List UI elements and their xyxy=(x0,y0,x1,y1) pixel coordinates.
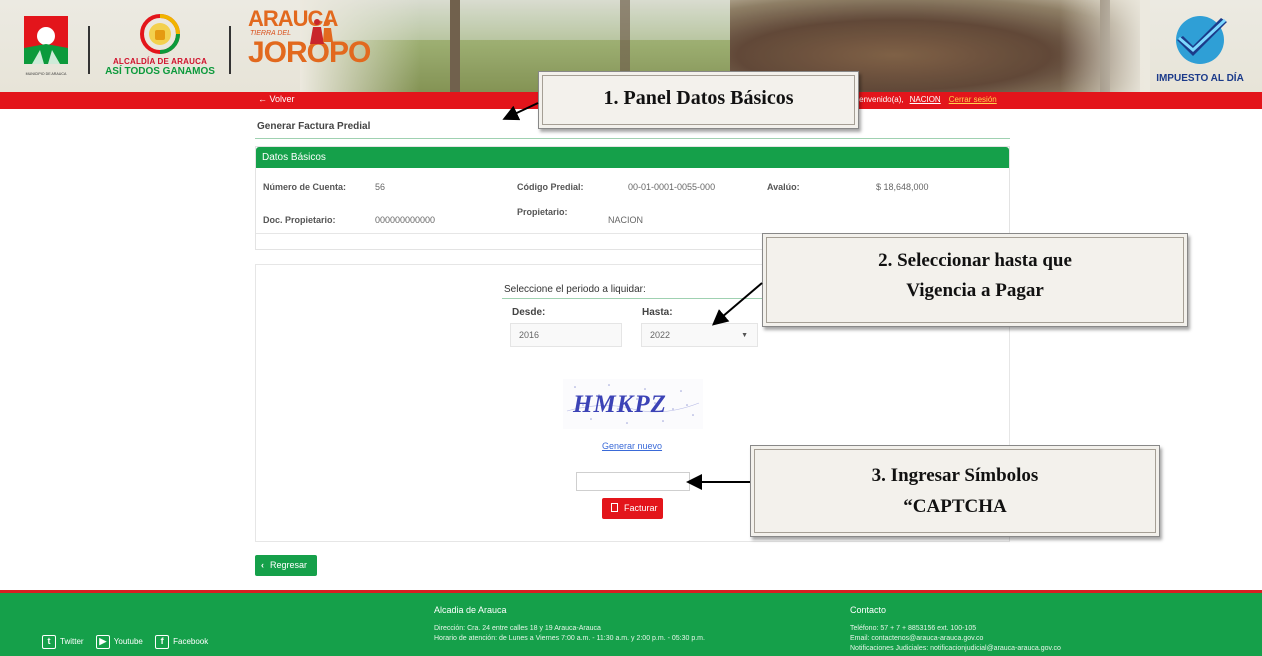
doc-value: 000000000000 xyxy=(375,215,436,225)
captcha-code: HMKPZ xyxy=(573,391,667,418)
alcaldia-slogan: ASÍ TODOS GANAMOS xyxy=(105,66,215,77)
alcaldia-line1: ALCALDÍA DE ARAUCA xyxy=(112,57,208,66)
twitter-icon: t xyxy=(42,635,56,649)
callout-captcha: 3. Ingresar Símbolos “CAPTCHA xyxy=(750,445,1160,537)
account-label: Número de Cuenta: xyxy=(263,182,347,192)
facturar-label: Facturar xyxy=(624,503,658,513)
footer-address: Dirección: Cra. 24 entre calles 18 y 19 … xyxy=(434,625,601,632)
predial-value: 00-01-0001-0055-000 xyxy=(628,182,716,192)
chevron-down-icon: ▼ xyxy=(741,332,748,339)
arauca-joropo-logo[interactable]: ARAUCA TIERRA DEL JOROPO xyxy=(248,8,371,88)
welcome-area: Bienvenido(a), NACION Cerrar sesión xyxy=(852,95,997,104)
to-year-select[interactable]: 2022 ▼ xyxy=(641,323,758,347)
regresar-button[interactable]: ‹ Regresar xyxy=(255,555,317,576)
youtube-link[interactable]: ▶ Youtube xyxy=(95,635,143,649)
municipio-logo[interactable]: MUNICIPIO DE ARAUCA xyxy=(22,14,70,76)
callout-3-line2: “CAPTCHA xyxy=(903,496,1007,517)
callout-2-line2: Vigencia a Pagar xyxy=(906,280,1044,301)
logout-link[interactable]: Cerrar sesión xyxy=(949,95,997,104)
footer-phone: Teléfono: 57 + 7 + 8853156 ext. 100-105 xyxy=(850,625,977,632)
owner-value: NACION xyxy=(608,215,644,225)
owner-label: Propietario: xyxy=(517,207,568,217)
facturar-button[interactable]: Facturar xyxy=(602,498,663,519)
to-year-value: 2022 xyxy=(650,330,671,340)
footer-org-title: Alcadia de Arauca xyxy=(434,605,507,615)
captcha-image: HMKPZ xyxy=(563,379,703,429)
dancers-icon xyxy=(310,19,333,44)
page-title: Generar Factura Predial xyxy=(257,121,371,132)
alcaldia-logo[interactable]: ALCALDÍA DE ARAUCA ASÍ TODOS GANAMOS xyxy=(100,14,220,80)
footer-contact-title: Contacto xyxy=(850,605,887,615)
callout-1-text: 1. Panel Datos Básicos xyxy=(603,87,794,109)
facebook-link[interactable]: f Facebook xyxy=(155,635,208,649)
callout-basic-panel: 1. Panel Datos Básicos xyxy=(538,71,859,129)
avaluo-label: Avalúo: xyxy=(767,182,800,192)
regresar-label: Regresar xyxy=(270,560,308,570)
twitter-link[interactable]: t Twitter xyxy=(42,635,84,649)
basic-data-header: Datos Básicos xyxy=(256,147,1009,168)
avaluo-value: $ 18,648,000 xyxy=(876,182,929,192)
social-links: t Twitter ▶ Youtube f Facebook xyxy=(42,635,218,649)
regenerate-captcha-link[interactable]: Generar nuevo xyxy=(602,441,662,451)
from-year-input[interactable]: 2016 xyxy=(510,323,622,347)
site-footer: t Twitter ▶ Youtube f Facebook Alcadia de A… xyxy=(0,590,1262,656)
callout-select-period: 2. Seleccionar hasta que Vigencia a Paga… xyxy=(762,233,1188,327)
chevron-left-icon: ‹ xyxy=(261,560,264,570)
callout-2-line1: 2. Seleccionar hasta que xyxy=(878,250,1072,271)
volver-link[interactable]: ← Volver xyxy=(258,94,295,104)
from-label: Desde: xyxy=(512,307,546,318)
document-icon xyxy=(611,503,618,512)
captcha-input[interactable] xyxy=(576,472,690,491)
period-divider xyxy=(502,298,772,299)
footer-notif: Notificaciones Judiciales: notificacionj… xyxy=(850,645,1061,652)
footer-email: Email: contactenos@arauca-arauca.gov.co xyxy=(850,635,984,642)
municipio-label: MUNICIPIO DE ARAUCA xyxy=(25,71,67,76)
title-divider xyxy=(255,138,1010,139)
impuesto-al-dia-logo[interactable]: IMPUESTO AL DÍA xyxy=(1150,14,1250,84)
checkmark-logo-icon xyxy=(1176,16,1227,64)
predial-label: Código Predial: xyxy=(517,182,584,192)
account-value: 56 xyxy=(375,182,386,192)
welcome-label: Bienvenido(a), xyxy=(852,95,904,104)
callout-3-line1: 3. Ingresar Símbolos xyxy=(871,465,1039,486)
period-title: Seleccione el periodo a liquidar: xyxy=(504,284,646,295)
facebook-icon: f xyxy=(155,635,170,649)
user-name-link[interactable]: NACION xyxy=(910,95,941,104)
impuesto-label: IMPUESTO AL DÍA xyxy=(1156,73,1244,84)
youtube-icon: ▶ xyxy=(95,635,110,649)
to-label: Hasta: xyxy=(642,307,673,318)
doc-label: Doc. Propietario: xyxy=(263,215,336,225)
footer-hours: Horario de atención: de Lunes a Viernes … xyxy=(434,635,705,642)
